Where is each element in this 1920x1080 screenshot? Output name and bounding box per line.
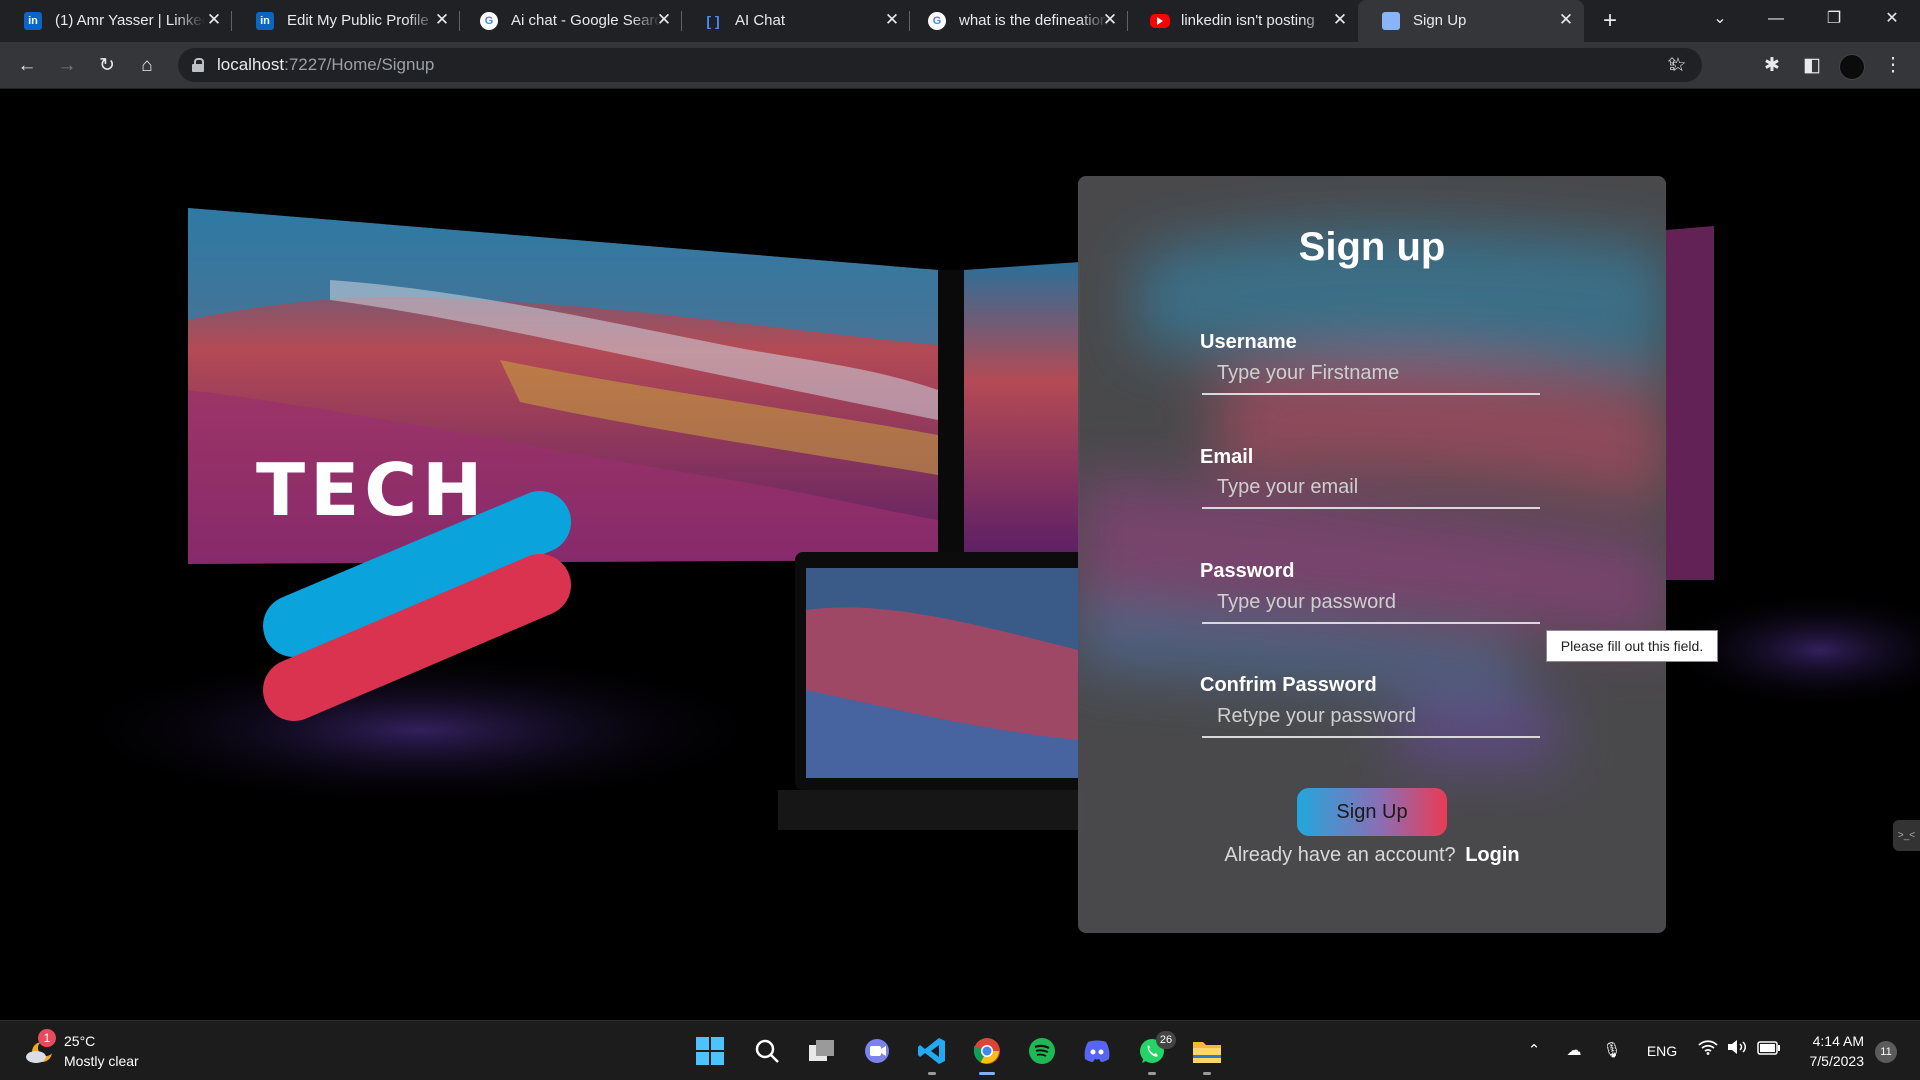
volume-icon[interactable]	[1726, 1039, 1750, 1063]
confirm-password-label: Confrim Password	[1200, 674, 1377, 696]
document-icon	[1382, 12, 1400, 30]
wifi-icon[interactable]	[1696, 1039, 1720, 1063]
tab-sign-up[interactable]: Sign Up ✕	[1358, 0, 1584, 42]
close-tab-icon[interactable]: ✕	[882, 10, 902, 30]
browser-toolbar: ← → ↻ ⌂ localhost:7227/Home/Signup ⇪ ☆ ✱…	[0, 42, 1920, 89]
tab-definition-search[interactable]: G what is the defineation ✕	[904, 0, 1128, 42]
menu-kebab-icon[interactable]: ⋮	[1877, 50, 1909, 82]
tab-google-search[interactable]: G Ai chat - Google Search ✕	[456, 0, 682, 42]
username-label: Username	[1200, 331, 1297, 353]
email-input[interactable]	[1202, 467, 1540, 507]
tab-title: linkedin isn't posting	[1181, 12, 1315, 29]
close-tab-icon[interactable]: ✕	[1330, 10, 1350, 30]
tab-strip: in (1) Amr Yasser | Linkedin ✕ in Edit M…	[0, 0, 1920, 42]
brand-logo-text: TECH	[256, 448, 488, 532]
discord-icon[interactable]	[1077, 1031, 1117, 1071]
url-text: localhost:7227/Home/Signup	[217, 55, 435, 74]
linkedin-icon: in	[24, 12, 42, 30]
youtube-icon	[1150, 14, 1170, 28]
close-window-button[interactable]: ✕	[1864, 0, 1920, 38]
tray-overflow-chevron-icon[interactable]: ⌃	[1522, 1039, 1546, 1063]
windows-taskbar: 1 25°C Mostly clear 26 ⌃ ☁ 🎙︎ ENG 4:14 A…	[0, 1020, 1920, 1080]
home-icon[interactable]: ⌂	[131, 50, 163, 82]
notification-count-badge[interactable]: 11	[1875, 1041, 1897, 1063]
confirm-password-field[interactable]	[1202, 696, 1540, 738]
form-title: Sign up	[1298, 225, 1446, 269]
close-tab-icon[interactable]: ✕	[1100, 10, 1120, 30]
password-input[interactable]	[1202, 582, 1540, 622]
whatsapp-icon[interactable]: 26	[1132, 1031, 1176, 1075]
password-label: Password	[1200, 560, 1295, 582]
running-indicator	[928, 1072, 936, 1075]
tab-title: Edit My Public Profile	[287, 12, 429, 29]
username-field[interactable]	[1202, 353, 1540, 395]
running-indicator	[1148, 1072, 1156, 1075]
close-tab-icon[interactable]: ✕	[204, 10, 224, 30]
google-icon: G	[928, 12, 946, 30]
windows-start-icon[interactable]	[690, 1031, 730, 1071]
tab-title: Sign Up	[1413, 12, 1467, 29]
tab-title: Ai chat - Google Search	[511, 12, 661, 29]
restore-button[interactable]: ❐	[1806, 0, 1862, 38]
chrome-icon[interactable]	[967, 1031, 1007, 1075]
vscode-icon[interactable]	[912, 1031, 952, 1075]
lock-icon[interactable]	[192, 58, 204, 72]
code-brackets-icon: [ ]	[706, 13, 720, 29]
tab-linkedin-profile[interactable]: in (1) Amr Yasser | Linkedin ✕	[0, 0, 232, 42]
reload-icon[interactable]: ↻	[91, 50, 123, 82]
active-indicator	[979, 1072, 995, 1075]
clock-date[interactable]: 7/5/2023	[1800, 1053, 1865, 1069]
weather-description: Mostly clear	[64, 1053, 139, 1069]
address-bar[interactable]: localhost:7227/Home/Signup ⇪	[178, 48, 1702, 82]
weather-badge: 1	[38, 1029, 56, 1047]
profile-avatar[interactable]	[1839, 54, 1865, 80]
side-panel-handle[interactable]: >_<	[1893, 820, 1920, 851]
weather-temperature: 25°C	[64, 1033, 96, 1049]
tab-edit-profile[interactable]: in Edit My Public Profile ✕	[232, 0, 460, 42]
password-field[interactable]	[1202, 582, 1540, 624]
page-viewport: TECH Sign up Username Email Password	[0, 90, 1920, 1020]
whatsapp-unread-badge: 26	[1156, 1031, 1176, 1049]
file-explorer-icon[interactable]	[1187, 1031, 1227, 1075]
username-input[interactable]	[1202, 353, 1540, 393]
search-icon[interactable]	[747, 1031, 787, 1071]
minimize-button[interactable]: —	[1748, 0, 1804, 38]
tab-search-icon[interactable]: ⌄	[1692, 0, 1748, 38]
spotify-icon[interactable]	[1022, 1031, 1062, 1071]
battery-icon[interactable]	[1756, 1039, 1782, 1063]
email-label: Email	[1200, 446, 1254, 468]
close-tab-icon[interactable]: ✕	[654, 10, 674, 30]
onedrive-cloud-icon[interactable]: ☁	[1560, 1039, 1588, 1063]
tab-title: (1) Amr Yasser | Linkedin	[55, 12, 205, 29]
validation-tooltip: Please fill out this field.	[1546, 630, 1718, 662]
login-prompt-text: Already have an account?	[1224, 844, 1456, 866]
language-indicator[interactable]: ENG	[1642, 1039, 1682, 1063]
tab-title: AI Chat	[735, 12, 786, 29]
forward-icon[interactable]: →	[51, 50, 83, 82]
tab-ai-chat[interactable]: [ ] AI Chat ✕	[680, 0, 910, 42]
signup-card: Sign up Username Email Password Confrim …	[1078, 176, 1666, 933]
email-field[interactable]	[1202, 467, 1540, 509]
clock-time[interactable]: 4:14 AM	[1800, 1033, 1864, 1049]
login-link[interactable]: Login	[1465, 844, 1519, 866]
tab-youtube[interactable]: linkedin isn't posting ✕	[1126, 0, 1358, 42]
tab-title: what is the defineation	[959, 12, 1109, 29]
extensions-icon[interactable]: ✱	[1756, 50, 1788, 82]
back-icon[interactable]: ←	[11, 50, 43, 82]
sign-up-button[interactable]: Sign Up	[1297, 788, 1447, 836]
login-prompt-row: Already have an account? Login	[1078, 843, 1666, 867]
microphone-icon[interactable]: 🎙︎	[1600, 1039, 1624, 1063]
new-tab-button[interactable]: +	[1596, 8, 1624, 34]
confirm-password-input[interactable]	[1202, 696, 1540, 736]
running-indicator	[1203, 1072, 1211, 1075]
google-icon: G	[480, 12, 498, 30]
close-tab-icon[interactable]: ✕	[1556, 10, 1576, 30]
bookmark-star-icon[interactable]: ☆	[1662, 50, 1694, 82]
close-tab-icon[interactable]: ✕	[432, 10, 452, 30]
side-panel-icon[interactable]: ◧	[1796, 50, 1828, 82]
teams-icon[interactable]	[857, 1031, 897, 1071]
task-view-icon[interactable]	[802, 1031, 842, 1071]
linkedin-icon: in	[256, 12, 274, 30]
